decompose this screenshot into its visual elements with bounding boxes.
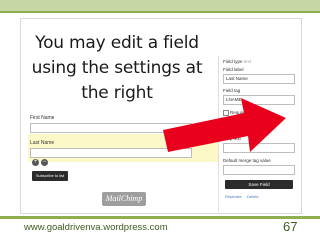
minus-icon[interactable]: − [41, 159, 48, 166]
visible-radio[interactable] [225, 127, 231, 133]
delete-link[interactable]: Delete [247, 194, 259, 199]
help-text-label: Help text [223, 136, 241, 141]
hidden-label: Hidden [258, 127, 273, 132]
field-label-input[interactable]: Last Name [223, 74, 295, 84]
required-field-label: Required field [230, 110, 258, 115]
hidden-radio[interactable] [251, 127, 257, 133]
replicate-link[interactable]: Replicate [225, 194, 242, 199]
slide-headline: You may edit a field using the settings … [31, 33, 203, 103]
default-merge-tag-label: Default merge tag value [223, 158, 271, 163]
visible-label: Visible [232, 127, 246, 132]
required-field-checkbox[interactable] [223, 110, 229, 116]
subscribe-button[interactable]: Subscribe to list [32, 171, 68, 181]
last-name-label: Last Name [30, 140, 55, 146]
last-name-field[interactable] [30, 148, 192, 158]
first-name-label: First Name [30, 115, 55, 121]
page-number: 67 [283, 219, 298, 234]
plus-icon[interactable]: + [32, 159, 39, 166]
field-label-label: Field label [223, 67, 244, 72]
footer-url: www.goaldrivenva.wordpress.com [24, 222, 168, 233]
top-decorative-bar [0, 0, 320, 11]
field-tag-input[interactable]: LNAME [223, 95, 295, 105]
field-settings-panel: Field type text Field label Last Name Fi… [218, 56, 301, 212]
mailchimp-logo: MailChimp [102, 192, 146, 206]
field-visibility-label: Field visibility [223, 119, 250, 124]
default-merge-tag-input[interactable] [223, 165, 295, 175]
field-tag-value: LNAME [226, 97, 242, 102]
field-tag-label: Field tag [223, 88, 241, 93]
field-type-label: Field type text [223, 59, 252, 64]
field-label-value: Last Name [226, 76, 248, 81]
top-accent-line [0, 11, 320, 13]
first-name-field[interactable] [30, 123, 192, 133]
bottom-accent-line [0, 216, 320, 219]
help-text-input[interactable] [223, 143, 295, 153]
field-type-value: text [243, 59, 252, 64]
save-field-button[interactable]: Save Field [225, 180, 293, 189]
slide: First Name Last Name + − Subscribe to li… [0, 0, 320, 240]
